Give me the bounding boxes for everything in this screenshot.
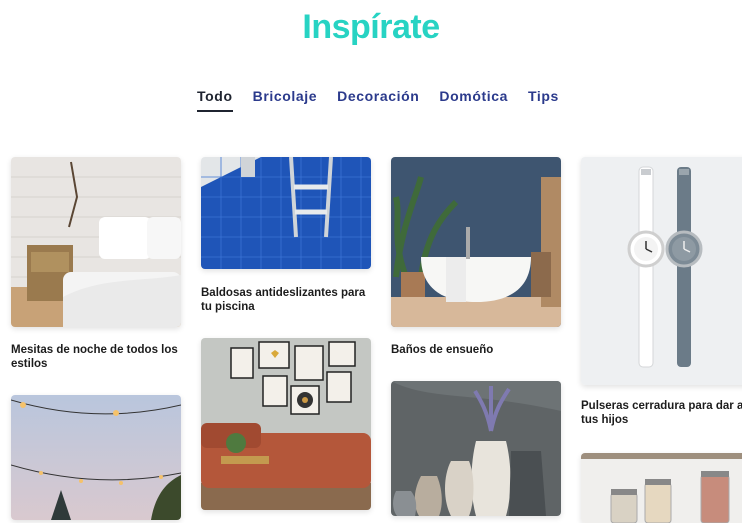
article-caption[interactable]: Mesitas de noche de todos los estilos [11,343,186,371]
tab-todo[interactable]: Todo [197,88,233,112]
article-caption[interactable]: Pulseras cerradura para dar a tus hijos [581,399,742,427]
watches-image[interactable] [581,157,742,385]
vases-image[interactable] [391,381,561,516]
tab-domotica[interactable]: Domótica [439,88,508,112]
bedroom-nightstand-image[interactable] [11,157,181,327]
bathroom-bathtub-image[interactable] [391,157,561,327]
category-tabs: Todo Bricolaje Decoración Domótica Tips [0,88,742,112]
tab-bricolaje[interactable]: Bricolaje [253,88,318,112]
tab-tips[interactable]: Tips [528,88,559,112]
article-caption[interactable]: Baños de ensueño [391,343,566,357]
pool-ladder-image[interactable] [201,157,371,269]
garden-lights-image[interactable] [11,395,181,520]
article-caption[interactable]: Baldosas antideslizantes para tu piscina [201,286,376,314]
page-title: Inspírate [302,8,440,46]
living-room-image[interactable] [201,338,371,510]
tab-decoracion[interactable]: Decoración [337,88,419,112]
